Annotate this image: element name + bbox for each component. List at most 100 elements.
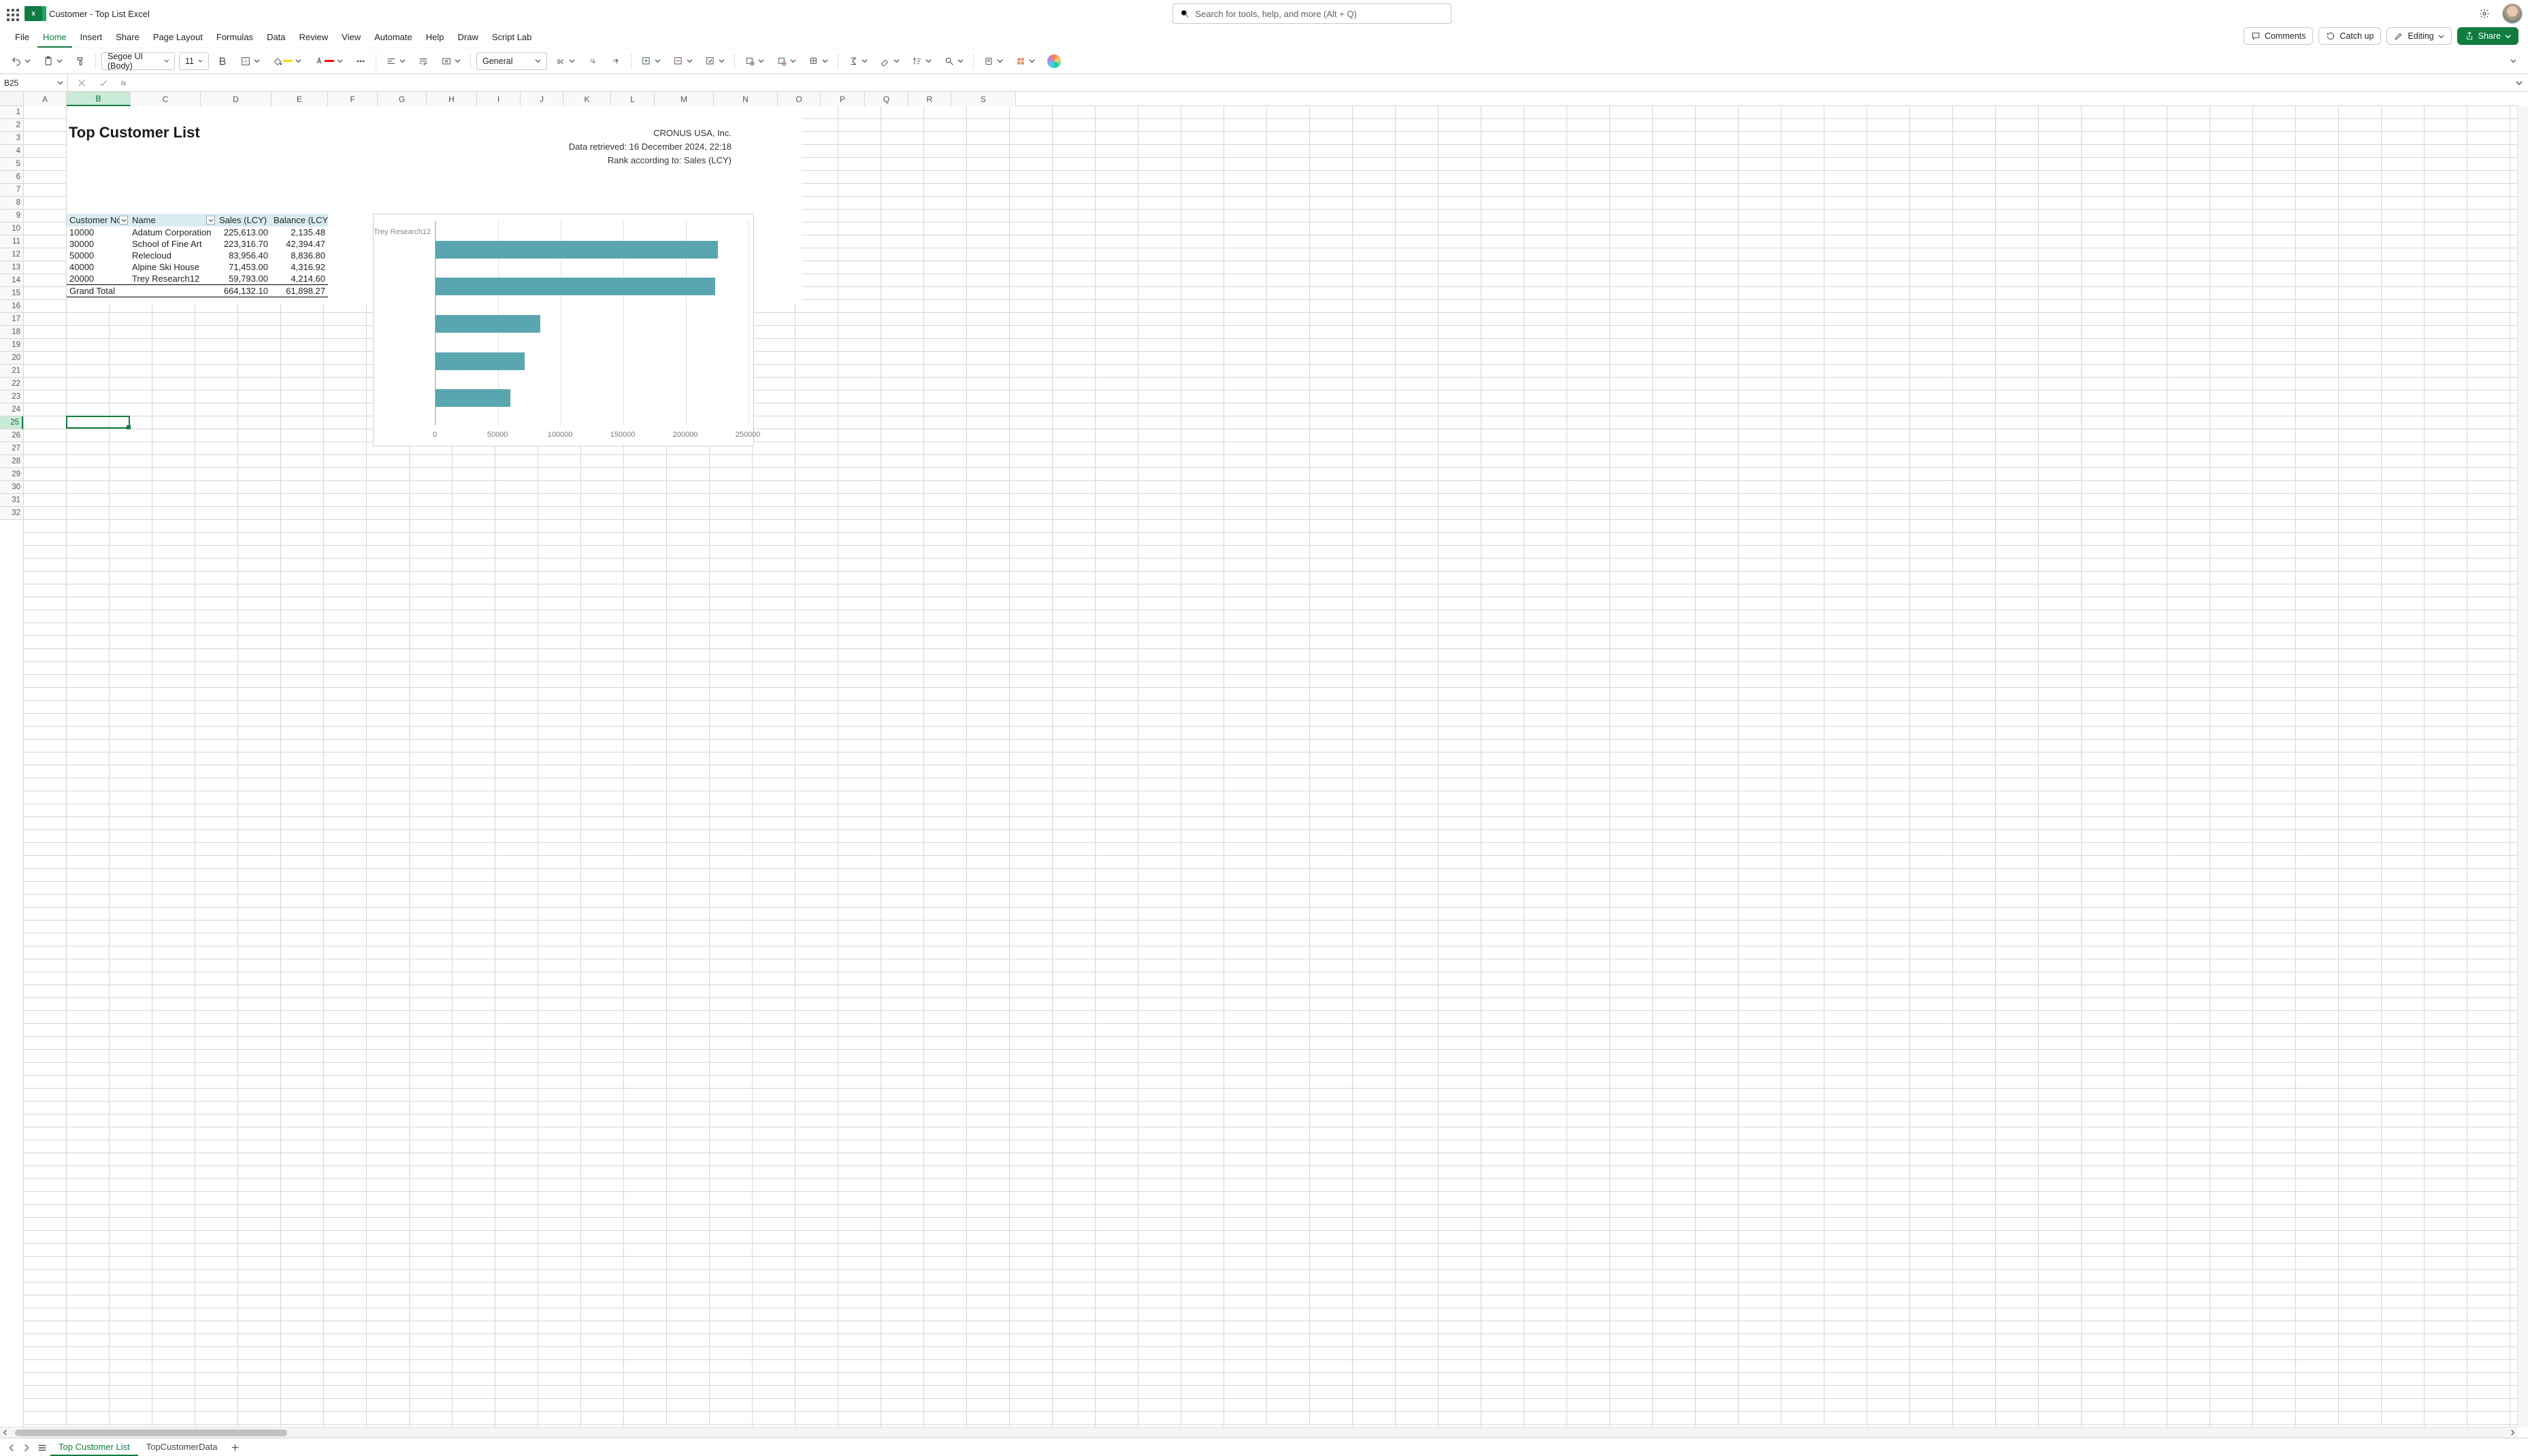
- row-header-29[interactable]: 29: [0, 468, 23, 481]
- filter-button-customer-no[interactable]: [119, 216, 128, 225]
- row-header-22[interactable]: 22: [0, 378, 23, 391]
- row-header-19[interactable]: 19: [0, 339, 23, 352]
- row-header-28[interactable]: 28: [0, 455, 23, 468]
- row-header-10[interactable]: 10: [0, 222, 23, 235]
- format-button[interactable]: [804, 52, 832, 71]
- menu-tab-file[interactable]: File: [10, 29, 35, 48]
- insert-cells-button[interactable]: [637, 52, 665, 71]
- search-input[interactable]: Search for tools, help, and more (Alt + …: [1172, 3, 1451, 24]
- find-select-button[interactable]: [940, 52, 968, 71]
- paste-button[interactable]: [39, 52, 67, 71]
- format-cells-button[interactable]: [701, 52, 729, 71]
- menu-tab-home[interactable]: Home: [37, 29, 72, 48]
- all-sheets-button[interactable]: [35, 1443, 49, 1453]
- clear-button[interactable]: [876, 52, 904, 71]
- fill-color-button[interactable]: [268, 52, 306, 71]
- menu-tab-view[interactable]: View: [336, 29, 366, 48]
- scroll-right-button[interactable]: [2508, 1429, 2517, 1436]
- row-header-31[interactable]: 31: [0, 494, 23, 507]
- column-header-O[interactable]: O: [778, 92, 821, 106]
- share-button[interactable]: Share: [2457, 27, 2518, 45]
- column-header-N[interactable]: N: [714, 92, 778, 106]
- row-header-12[interactable]: 12: [0, 248, 23, 261]
- column-header-E[interactable]: E: [272, 92, 328, 106]
- table-row[interactable]: 40000Alpine Ski House71,453.004,316.92: [67, 261, 328, 273]
- column-header-Q[interactable]: Q: [865, 92, 908, 106]
- table-row[interactable]: 50000Relecloud83,956.408,836.80: [67, 250, 328, 261]
- font-color-button[interactable]: [310, 52, 347, 71]
- row-header-5[interactable]: 5: [0, 158, 23, 171]
- fx-button[interactable]: fx: [116, 73, 135, 93]
- number-format-combo[interactable]: General: [476, 52, 547, 70]
- menu-tab-script-lab[interactable]: Script Lab: [487, 29, 538, 48]
- table-row[interactable]: 30000School of Fine Art223,316.7042,394.…: [67, 238, 328, 250]
- column-header-A[interactable]: A: [24, 92, 67, 106]
- column-header-G[interactable]: G: [378, 92, 427, 106]
- row-header-16[interactable]: 16: [0, 300, 23, 313]
- row-header-23[interactable]: 23: [0, 391, 23, 403]
- menu-tab-automate[interactable]: Automate: [369, 29, 418, 48]
- sensitivity-button[interactable]: [979, 52, 1007, 71]
- wrap-text-button[interactable]: [414, 52, 433, 71]
- editing-mode-button[interactable]: Editing: [2386, 27, 2451, 45]
- row-header-4[interactable]: 4: [0, 145, 23, 158]
- row-header-8[interactable]: 8: [0, 197, 23, 210]
- row-header-17[interactable]: 17: [0, 313, 23, 326]
- column-header-F[interactable]: F: [328, 92, 378, 106]
- delete-cells-button[interactable]: [669, 52, 697, 71]
- add-sheet-button[interactable]: [227, 1440, 244, 1456]
- column-header-C[interactable]: C: [131, 92, 201, 106]
- menu-tab-draw[interactable]: Draw: [453, 29, 484, 48]
- column-header-L[interactable]: L: [611, 92, 655, 106]
- document-title[interactable]: Customer - Top List Excel: [49, 9, 150, 19]
- catch-up-button[interactable]: Catch up: [2318, 27, 2381, 45]
- column-header-S[interactable]: S: [951, 92, 1016, 106]
- menu-tab-share[interactable]: Share: [110, 29, 145, 48]
- decrease-decimal-button[interactable]: .00: [606, 52, 625, 71]
- horizontal-scrollbar[interactable]: [0, 1427, 2517, 1438]
- select-all-cell[interactable]: [0, 92, 24, 106]
- ribbon-expand-button[interactable]: [2502, 52, 2521, 71]
- menu-tab-insert[interactable]: Insert: [75, 29, 108, 48]
- sheet-nav-next-button[interactable]: [19, 1440, 34, 1455]
- merge-button[interactable]: [437, 52, 465, 71]
- row-header-6[interactable]: 6: [0, 171, 23, 184]
- row-header-20[interactable]: 20: [0, 352, 23, 365]
- column-header-H[interactable]: H: [427, 92, 477, 106]
- row-header-11[interactable]: 11: [0, 235, 23, 248]
- fx-cancel-button[interactable]: [72, 73, 91, 93]
- row-header-3[interactable]: 3: [0, 132, 23, 145]
- settings-button[interactable]: [2475, 4, 2494, 23]
- format-painter-button[interactable]: [71, 52, 90, 71]
- menu-tab-help[interactable]: Help: [421, 29, 450, 48]
- column-header-B[interactable]: B: [67, 92, 131, 106]
- row-header-21[interactable]: 21: [0, 365, 23, 378]
- font-size-combo[interactable]: 11: [179, 52, 209, 70]
- filter-button-name[interactable]: [206, 216, 215, 225]
- user-avatar[interactable]: [2502, 3, 2523, 24]
- sort-filter-button[interactable]: [908, 52, 936, 71]
- menu-tab-review[interactable]: Review: [294, 29, 334, 48]
- scrollbar-thumb[interactable]: [15, 1429, 287, 1436]
- row-header-14[interactable]: 14: [0, 274, 23, 287]
- row-header-18[interactable]: 18: [0, 326, 23, 339]
- align-button[interactable]: [382, 52, 410, 71]
- row-header-26[interactable]: 26: [0, 429, 23, 442]
- column-header-P[interactable]: P: [821, 92, 865, 106]
- menu-tab-data[interactable]: Data: [261, 29, 291, 48]
- bold-button[interactable]: [213, 52, 232, 71]
- delete-button[interactable]: [772, 52, 800, 71]
- row-header-30[interactable]: 30: [0, 481, 23, 494]
- sales-chart[interactable]: Trey Research12 050000100000150000200000…: [373, 214, 754, 446]
- row-header-25[interactable]: 25: [0, 416, 23, 429]
- autosum-button[interactable]: [844, 52, 872, 71]
- column-headers[interactable]: ABCDEFGHIJKLMNOPQRS: [24, 92, 2517, 106]
- row-header-1[interactable]: 1: [0, 106, 23, 119]
- app-launcher-icon[interactable]: [5, 7, 18, 20]
- formula-bar-expand-button[interactable]: [2510, 80, 2528, 86]
- row-header-27[interactable]: 27: [0, 442, 23, 455]
- addins-button[interactable]: [1011, 52, 1039, 71]
- sheet-tab-top-customer-list[interactable]: Top Customer List: [50, 1439, 138, 1456]
- sheet-nav-prev-button[interactable]: [4, 1440, 19, 1455]
- borders-button[interactable]: [236, 52, 264, 71]
